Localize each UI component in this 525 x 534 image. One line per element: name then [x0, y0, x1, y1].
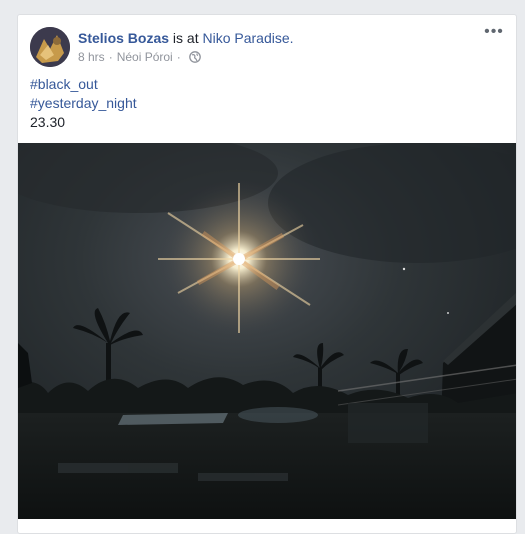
more-options-icon[interactable]: ••• — [484, 24, 504, 43]
globe-icon[interactable] — [188, 51, 201, 66]
place-link[interactable]: Niko Paradise. — [203, 30, 294, 46]
post-photo[interactable] — [18, 143, 517, 519]
meta-separator: · — [176, 50, 181, 64]
hashtag-link[interactable]: #black_out — [30, 75, 137, 94]
hashtag-link[interactable]: #yesterday_night — [30, 94, 137, 113]
post-header: Stelios Bozas is at Niko Paradise. 8 hrs… — [30, 24, 504, 69]
post-title-line: Stelios Bozas is at Niko Paradise. — [78, 30, 294, 46]
meta-separator: · — [108, 50, 113, 64]
timestamp-link[interactable]: 8 hrs — [78, 50, 105, 64]
author-name-link[interactable]: Stelios Bozas — [78, 30, 169, 46]
post-card: Stelios Bozas is at Niko Paradise. 8 hrs… — [17, 14, 517, 534]
post-text: #black_out #yesterday_night 23.30 — [30, 75, 137, 132]
post-caption: 23.30 — [30, 114, 66, 130]
location-link[interactable]: Néoi Póroi — [117, 50, 173, 64]
avatar[interactable] — [30, 27, 70, 67]
is-at-text: is at — [172, 30, 199, 46]
avatar-image — [30, 27, 70, 67]
post-meta: 8 hrs · Néoi Póroi · — [78, 50, 201, 66]
